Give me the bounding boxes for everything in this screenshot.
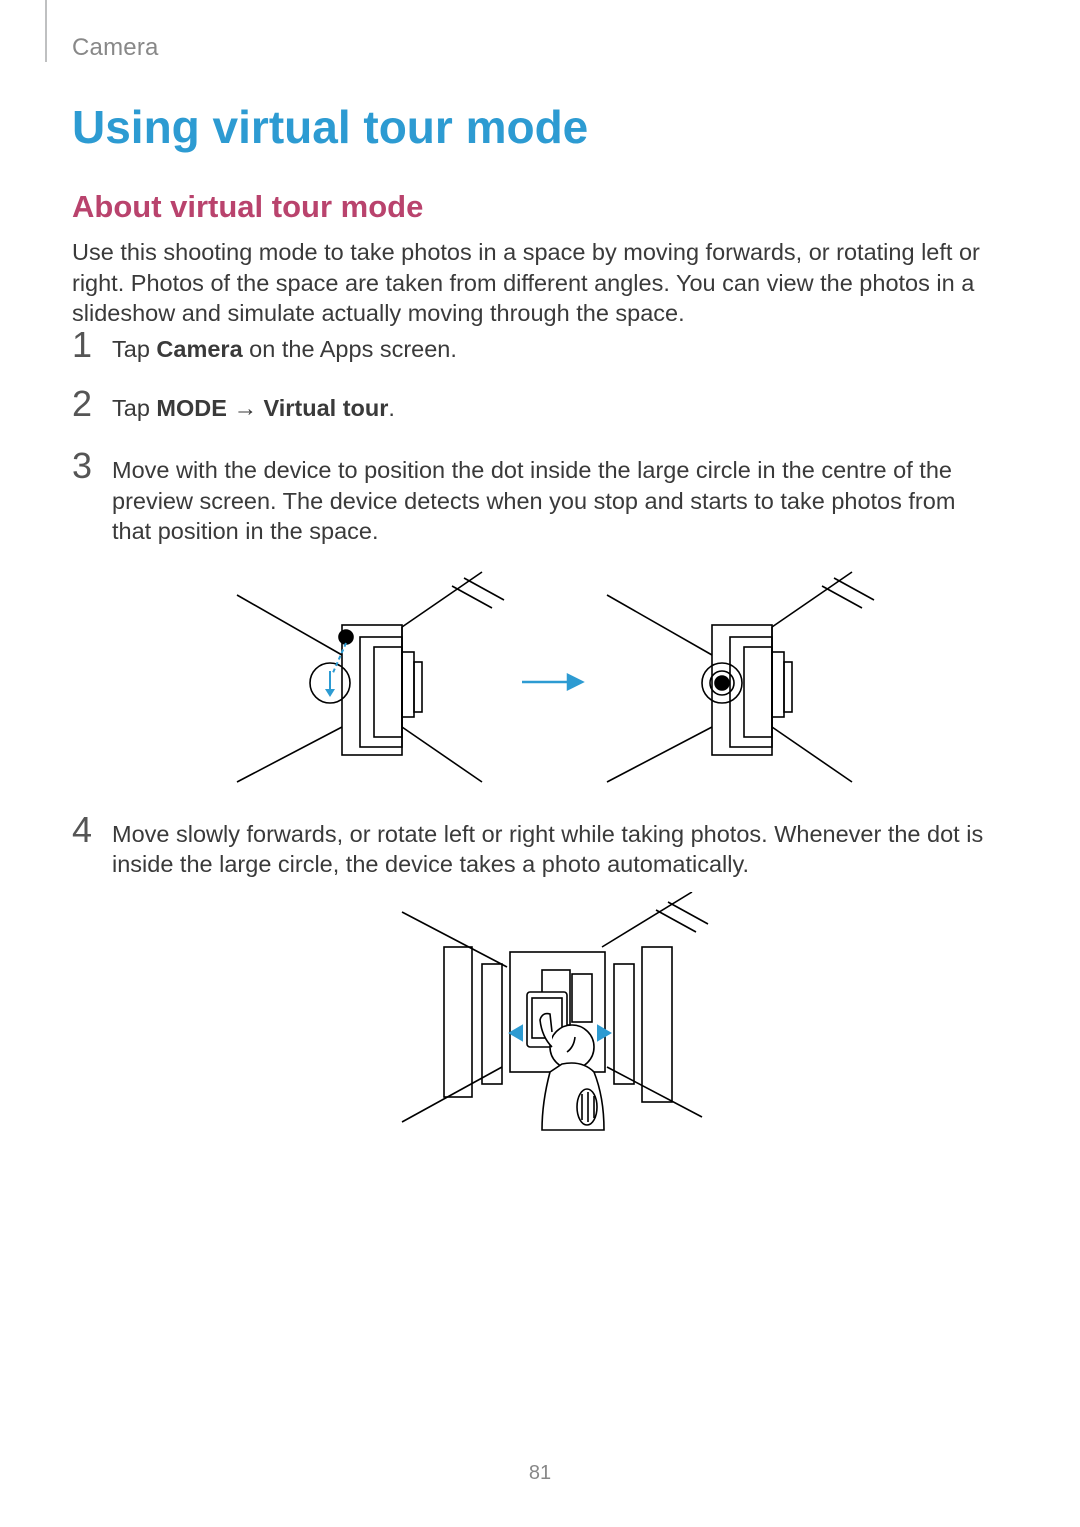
section-header: Camera <box>72 34 159 62</box>
step-number: 3 <box>72 445 92 487</box>
step-pre: Tap <box>112 336 156 362</box>
step-text: Move slowly forwards, or rotate left or … <box>112 821 983 878</box>
step-list: 1 Tap Camera on the Apps screen. 2 Tap M… <box>72 334 992 1154</box>
person-illustration <box>392 892 712 1132</box>
step-text: Tap Camera on the Apps screen. <box>112 336 457 362</box>
step-3: 3 Move with the device to position the d… <box>72 455 992 797</box>
step-bold: MODE <box>156 395 227 421</box>
step-pre: Tap <box>112 395 156 421</box>
page-number: 81 <box>0 1462 1080 1485</box>
step-bold: Virtual tour <box>263 395 388 421</box>
section-subtitle: About virtual tour mode <box>72 189 423 225</box>
step-4: 4 Move slowly forwards, or rotate left o… <box>72 819 992 1132</box>
step-1: 1 Tap Camera on the Apps screen. <box>72 334 992 365</box>
intro-paragraph: Use this shooting mode to take photos in… <box>72 237 992 329</box>
crop-mark <box>45 0 47 62</box>
step-2: 2 Tap MODE → Virtual tour. <box>72 393 992 424</box>
page-title: Using virtual tour mode <box>72 100 588 154</box>
step-number: 4 <box>72 809 92 851</box>
step-post: . <box>388 395 395 421</box>
step-post: on the Apps screen. <box>243 336 457 362</box>
step-text: Move with the device to position the dot… <box>112 457 955 544</box>
step-number: 1 <box>72 324 92 366</box>
step-arrow: → <box>227 395 264 421</box>
step-bold: Camera <box>156 336 242 362</box>
alignment-illustration <box>222 567 882 797</box>
step-text: Tap MODE → Virtual tour. <box>112 395 395 421</box>
step-number: 2 <box>72 383 92 425</box>
